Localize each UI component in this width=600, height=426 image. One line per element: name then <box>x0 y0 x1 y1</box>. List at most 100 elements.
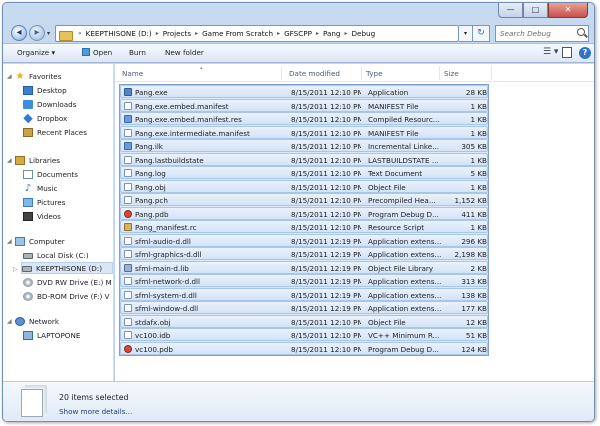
file-row[interactable]: sfml-main-d.lib 8/15/2011 12:19 PM Object … <box>120 260 488 274</box>
show-more-details-link[interactable]: Show more details... <box>59 407 132 416</box>
maximize-button[interactable]: □ <box>523 3 548 18</box>
nav-network[interactable]: Network <box>15 315 59 327</box>
breadcrumb-separator-icon[interactable]: ▸ <box>154 30 161 37</box>
column-header-date[interactable]: Date modified <box>289 69 340 78</box>
desktop-icon <box>23 85 33 95</box>
file-row[interactable]: Pang.pdb 8/15/2011 12:10 PM Program Debug … <box>120 206 488 220</box>
file-row[interactable]: Pang_manifest.rc 8/15/2011 12:10 PM Resour… <box>120 220 488 233</box>
nav-item-laptopone[interactable]: LAPTOPONE <box>23 329 80 341</box>
file-name: Pang.ilk <box>135 142 163 151</box>
file-date: 8/15/2011 12:10 PM <box>291 331 361 340</box>
res-icon <box>124 115 132 123</box>
close-button[interactable]: ✕ <box>548 3 588 18</box>
nav-item-bd-drive[interactable]: BD-ROM Drive (F:) V <box>23 290 109 302</box>
breadcrumb-item[interactable]: Debug <box>350 29 378 38</box>
nav-item-documents[interactable]: Documents <box>23 168 78 180</box>
breadcrumb-item[interactable]: KEEPTHISONE (D:) <box>84 29 154 38</box>
file-row[interactable]: Pang.pch 8/15/2011 12:10 PM Precompiled He… <box>120 193 488 206</box>
nav-item-music[interactable]: ♪ Music <box>23 182 58 194</box>
overflow-chevron-icon[interactable]: « <box>76 30 84 37</box>
expand-arrow-icon[interactable]: ◢ <box>7 157 12 164</box>
file-name: Pang.lastbuildstate <box>135 155 204 165</box>
preview-pane-icon[interactable] <box>562 47 572 58</box>
nav-item-recent-places[interactable]: Recent Places <box>23 126 87 138</box>
file-row[interactable]: Pang.log 8/15/2011 12:10 PM Text Document 5… <box>120 166 488 179</box>
file-name: sfml-network-d.dll <box>135 277 201 286</box>
column-divider[interactable] <box>491 66 492 80</box>
file-row[interactable]: sfml-graphics-d.dll 8/15/2011 12:19 PM App… <box>120 247 488 260</box>
file-row[interactable]: Pang.exe.intermediate.manifest 8/15/2011 … <box>120 125 488 139</box>
back-button[interactable]: ◂ <box>11 25 27 41</box>
expand-arrow-icon[interactable]: ▷ <box>13 266 18 273</box>
address-dropdown-icon[interactable]: ▾ <box>459 25 473 42</box>
column-header-name[interactable]: Name <box>122 69 143 78</box>
nav-item-local-disk[interactable]: Local Disk (C:) <box>23 249 89 261</box>
search-input[interactable]: Search Debug <box>495 25 589 42</box>
file-row[interactable]: Pang.obj 8/15/2011 12:10 PM Object File 1 K… <box>120 179 488 193</box>
nav-item-desktop[interactable]: Desktop <box>23 84 67 96</box>
column-header-type[interactable]: Type <box>366 69 383 78</box>
breadcrumb-item[interactable]: Pang <box>321 29 343 38</box>
help-icon[interactable]: ? <box>579 47 591 59</box>
file-size: 305 KB <box>461 142 487 151</box>
column-divider[interactable] <box>281 66 282 80</box>
recent-pages-dropdown[interactable]: ▾ <box>47 30 50 37</box>
file-row[interactable]: Pang.exe 8/15/2011 12:10 PM Application 28 … <box>120 85 488 98</box>
nav-item-pictures[interactable]: Pictures <box>23 196 65 208</box>
address-bar[interactable]: « KEEPTHISONE (D:) ▸ Projects ▸ Game Fro… <box>55 25 459 42</box>
file-type: Application extens... <box>368 290 442 300</box>
breadcrumb-item[interactable]: GFSCPP <box>282 29 314 38</box>
file-row[interactable]: Pang.exe.embed.manifest 8/15/2011 12:10 P… <box>120 98 488 112</box>
open-button[interactable]: Open <box>82 48 112 57</box>
nav-computer-label: Computer <box>29 236 65 246</box>
file-row[interactable]: vc100.pdb 8/15/2011 12:10 PM Program Debug… <box>120 341 488 355</box>
explorer-window: — □ ✕ ◂ ▸ ▾ « KEEPTHISONE (D:) ▸ Project… <box>2 2 595 422</box>
expand-arrow-icon[interactable]: ◢ <box>7 73 12 80</box>
nav-item-videos[interactable]: Videos <box>23 210 61 222</box>
nav-libraries[interactable]: Libraries <box>15 154 60 166</box>
file-row[interactable]: sfml-system-d.dll 8/15/2011 12:19 PM Appli… <box>120 287 488 301</box>
forward-button[interactable]: ▸ <box>29 25 45 41</box>
breadcrumb-separator-icon[interactable]: ▸ <box>275 30 282 37</box>
file-row[interactable]: stdafx.obj 8/15/2011 12:10 PM Object File 1… <box>120 314 488 328</box>
file-name: Pang.pdb <box>135 209 169 219</box>
breadcrumb-separator-icon[interactable]: ▸ <box>193 30 200 37</box>
breadcrumb-item[interactable]: Projects <box>161 29 193 38</box>
file-type: LASTBUILDSTATE ... <box>368 155 439 165</box>
file-row[interactable]: Pang.ilk 8/15/2011 12:10 PM Incremental Li… <box>120 139 488 152</box>
refresh-icon[interactable]: ↻ <box>473 25 490 42</box>
open-label: Open <box>93 48 113 57</box>
burn-button[interactable]: Burn <box>129 48 146 57</box>
views-icon[interactable]: ☰ ▾ <box>543 47 558 57</box>
nav-item-keepthisone[interactable]: KEEPTHISONE (D:) <box>21 262 113 274</box>
nav-libraries-label: Libraries <box>29 155 61 165</box>
nav-item-dropbox[interactable]: Dropbox <box>23 112 67 124</box>
file-row[interactable]: sfml-window-d.dll 8/15/2011 12:19 PM Appli… <box>120 301 488 314</box>
file-row[interactable]: vc100.idb 8/15/2011 12:10 PM VC++ Minimum … <box>120 328 488 341</box>
breadcrumb-item[interactable]: Game From Scratch <box>200 29 275 38</box>
nav-favorites[interactable]: ★ Favorites <box>15 70 62 82</box>
nav-item-dvd-drive[interactable]: DVD RW Drive (E:) M <box>23 276 112 288</box>
breadcrumb-separator-icon[interactable]: ▸ <box>342 30 349 37</box>
breadcrumb-separator-icon[interactable]: ▸ <box>314 30 321 37</box>
column-header-size[interactable]: Size <box>444 69 459 78</box>
file-date: 8/15/2011 12:10 PM <box>291 196 361 205</box>
nav-computer[interactable]: Computer <box>15 235 65 247</box>
videos-icon <box>23 211 33 221</box>
file-row[interactable]: sfml-audio-d.dll 8/15/2011 12:19 PM Applic… <box>120 233 488 247</box>
file-row[interactable]: Pang.exe.embed.manifest.res 8/15/2011 12:… <box>120 112 488 125</box>
file-size: 1 KB <box>470 223 487 232</box>
file-row[interactable]: Pang.lastbuildstate 8/15/2011 12:10 PM LAS… <box>120 152 488 166</box>
nav-item-label: BD-ROM Drive (F:) V <box>37 291 110 301</box>
minimize-button[interactable]: — <box>498 3 523 18</box>
nav-favorites-label: Favorites <box>29 71 62 81</box>
nav-item-downloads[interactable]: Downloads <box>23 98 76 110</box>
expand-arrow-icon[interactable]: ◢ <box>7 318 12 325</box>
search-icon[interactable] <box>577 28 585 36</box>
column-divider[interactable] <box>439 66 440 80</box>
file-row[interactable]: sfml-network-d.dll 8/15/2011 12:19 PM Appl… <box>120 274 488 287</box>
column-divider[interactable] <box>361 66 362 80</box>
new-folder-button[interactable]: New folder <box>165 48 204 57</box>
expand-arrow-icon[interactable]: ◢ <box>7 238 12 245</box>
organize-button[interactable]: Organize ▾ <box>17 48 55 57</box>
